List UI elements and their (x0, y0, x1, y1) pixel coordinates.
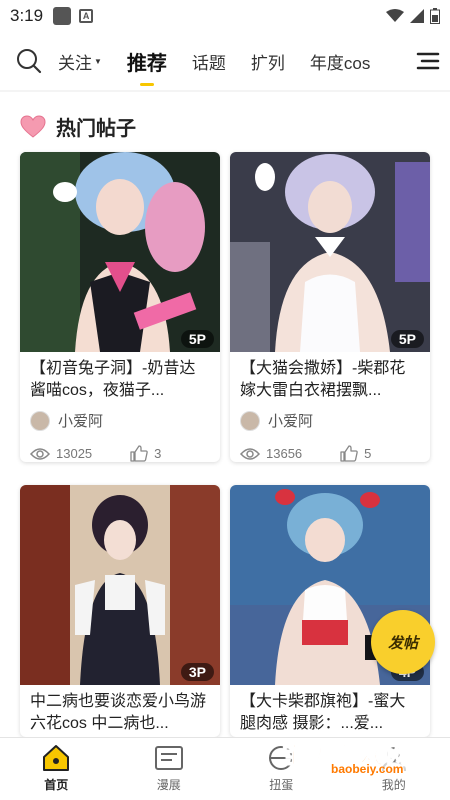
bottom-nav: 首页 漫展 扭蛋 我的 (0, 737, 450, 800)
search-icon (17, 49, 42, 74)
post-stats: 13656 5 (230, 431, 430, 462)
author-name: 小爱阿 (58, 413, 104, 430)
post-stats: 13025 3 (20, 431, 220, 462)
view-count: 13656 (266, 446, 303, 461)
tab-expand-label: 扩列 (250, 53, 285, 73)
post-card[interactable]: 5P 【初音兔子洞】-奶昔达酱喵cos，夜猫子... 小爱阿 13025 3 (20, 152, 220, 462)
search-button[interactable] (0, 32, 58, 90)
post-title[interactable]: 【大猫会撒娇】-柴郡花嫁大雷白衣裙摆飘... (230, 352, 430, 404)
wifi-icon (386, 9, 404, 22)
post-author[interactable]: 小爱阿 (20, 404, 220, 431)
battery-icon (430, 8, 440, 24)
tab-recommend[interactable]: 推荐 (127, 47, 167, 76)
post-author[interactable]: 小爱阿 (230, 404, 430, 431)
post-title[interactable]: 中二病也要谈恋爱小鸟游六花cos 中二病也... (20, 685, 220, 737)
caret-down-icon: ▼ (94, 56, 102, 66)
exhibition-icon (154, 746, 183, 770)
post-image[interactable]: 3P (20, 485, 220, 685)
tab-annual-cos-label: 年度cos (309, 53, 371, 73)
view-count: 13025 (56, 446, 93, 461)
create-post-label: 发帖 (387, 634, 418, 652)
capsule-icon (269, 746, 294, 770)
section-title: 热门帖子 (56, 118, 136, 140)
page-count-badge: 5P (180, 330, 214, 348)
status-bar: 3:19 A (0, 0, 450, 32)
bottom-nav-home-label: 首页 (44, 778, 69, 792)
menu-button[interactable] (406, 32, 450, 90)
avatar[interactable] (30, 410, 50, 431)
bottom-nav-exhibition-label: 漫展 (156, 778, 181, 792)
bottom-nav-home[interactable]: 首页 (0, 738, 113, 800)
bottom-nav-capsule-label: 扭蛋 (269, 778, 294, 792)
thumbs-up-icon (130, 445, 148, 462)
avatar[interactable] (240, 410, 260, 431)
like-button[interactable]: 3 (130, 445, 161, 462)
tab-topics-label: 话题 (191, 53, 226, 73)
eye-icon (240, 447, 260, 460)
eye-icon (30, 447, 50, 460)
like-count: 5 (364, 446, 372, 461)
tab-follow-label: 关注 (58, 53, 92, 73)
author-name: 小爱阿 (268, 413, 314, 430)
like-count: 3 (154, 446, 162, 461)
create-post-button[interactable]: 发帖 (371, 610, 435, 674)
status-time: 3:19 (10, 6, 44, 25)
section-header: 热门帖子 (20, 112, 136, 141)
post-image[interactable]: 5P (20, 152, 220, 352)
tab-follow[interactable]: 关注 ▼ (58, 49, 102, 74)
bottom-nav-capsule[interactable]: 扭蛋 (225, 738, 338, 800)
bottom-nav-profile[interactable]: 我的 (338, 738, 450, 800)
post-card[interactable]: 3P 中二病也要谈恋爱小鸟游六花cos 中二病也... (20, 485, 220, 737)
signal-icon (410, 9, 424, 23)
tab-annual-cos[interactable]: 年度cos (310, 49, 370, 74)
profile-icon (381, 747, 406, 772)
like-button[interactable]: 5 (340, 445, 371, 462)
top-nav: 关注 ▼ 推荐 话题 扩列 年度cos (0, 32, 450, 90)
home-icon (43, 745, 70, 771)
menu-icon (416, 52, 440, 70)
bottom-nav-profile-label: 我的 (381, 778, 406, 792)
category-tabs: 关注 ▼ 推荐 话题 扩列 年度cos (58, 47, 450, 76)
tab-recommend-label: 推荐 (126, 52, 167, 75)
post-title[interactable]: 【初音兔子洞】-奶昔达酱喵cos，夜猫子... (20, 352, 220, 404)
tab-topics[interactable]: 话题 (192, 49, 226, 74)
thumbs-up-icon (340, 445, 358, 462)
notification-icon (53, 7, 72, 25)
page-count-badge: 3P (180, 663, 214, 681)
heart-icon (20, 114, 46, 138)
a-app-icon: A (79, 9, 94, 23)
post-title[interactable]: 【大卡柴郡旗袍】-蜜大腿肉感 摄影：...爱... (230, 685, 430, 737)
bottom-nav-exhibition[interactable]: 漫展 (113, 738, 226, 800)
post-card[interactable]: 5P 【大猫会撒娇】-柴郡花嫁大雷白衣裙摆飘... 小爱阿 13656 5 (230, 152, 430, 462)
tab-expand[interactable]: 扩列 (251, 49, 285, 74)
post-image[interactable]: 5P (230, 152, 430, 352)
page-count-badge: 5P (390, 330, 424, 348)
